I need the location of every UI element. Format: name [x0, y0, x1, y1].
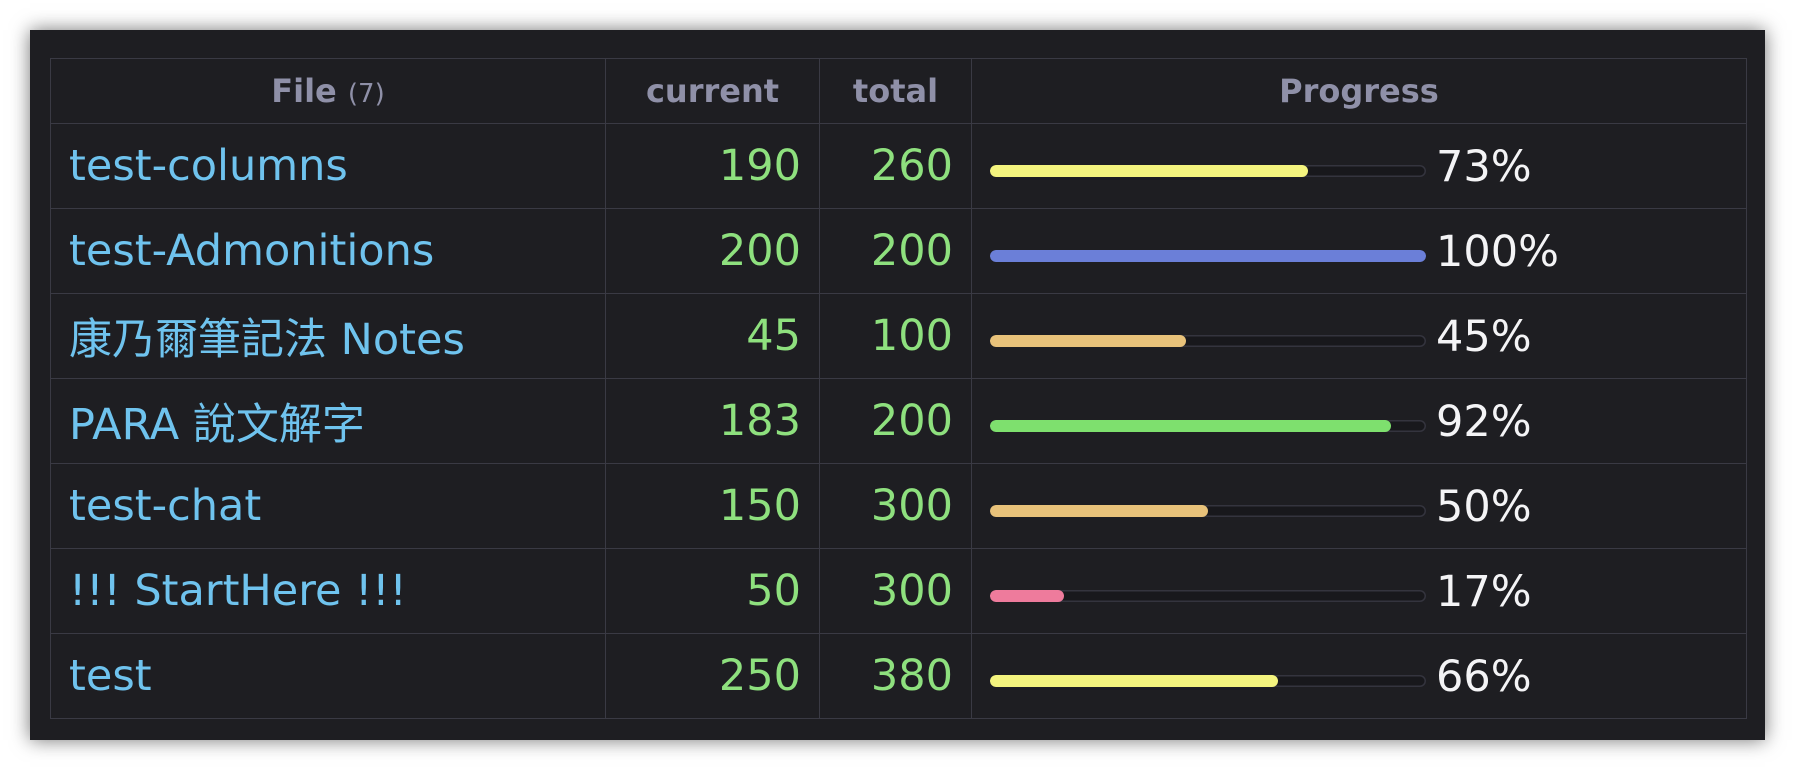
- progress-cell: 66%: [971, 633, 1747, 719]
- table-row: test 250 380 66%: [50, 633, 1747, 719]
- total-value: 200: [819, 378, 972, 464]
- progress-percent: 17%: [1436, 567, 1532, 618]
- progress-cell: 50%: [971, 463, 1747, 549]
- progress-bar: [990, 250, 1426, 263]
- current-value: 190: [605, 123, 820, 209]
- progress-bar: [990, 420, 1426, 433]
- progress-percent: 66%: [1436, 652, 1532, 703]
- total-column-header[interactable]: total: [819, 58, 972, 124]
- progress-column-header[interactable]: Progress: [971, 58, 1747, 124]
- progress-bar-fill: [990, 505, 1208, 518]
- total-value: 260: [819, 123, 972, 209]
- progress-bar: [990, 335, 1426, 348]
- progress-cell: 45%: [971, 293, 1747, 379]
- table-row: PARA 說文解字 183 200 92%: [50, 378, 1747, 464]
- progress-percent: 45%: [1436, 312, 1532, 363]
- progress-percent: 73%: [1436, 142, 1532, 193]
- progress-percent: 92%: [1436, 397, 1532, 448]
- total-value: 300: [819, 463, 972, 549]
- table-row: !!! StartHere !!! 50 300 17%: [50, 548, 1747, 634]
- total-value: 380: [819, 633, 972, 719]
- file-link[interactable]: test-Admonitions: [50, 208, 606, 294]
- progress-bar-fill: [990, 590, 1065, 603]
- progress-cell: 92%: [971, 378, 1747, 464]
- table-row: test-chat 150 300 50%: [50, 463, 1747, 549]
- file-link[interactable]: !!! StartHere !!!: [50, 548, 606, 634]
- table-row: 康乃爾筆記法 Notes 45 100 45%: [50, 293, 1747, 379]
- file-count: (7): [347, 79, 385, 109]
- file-link[interactable]: 康乃爾筆記法 Notes: [50, 293, 606, 379]
- table-body: test-columns 190 260 73% test-Admonition…: [50, 123, 1747, 719]
- progress-percent: 100%: [1436, 227, 1559, 278]
- file-link[interactable]: test-columns: [50, 123, 606, 209]
- progress-bar: [990, 165, 1426, 178]
- progress-bar: [990, 675, 1426, 688]
- current-value: 45: [605, 293, 820, 379]
- table-row: test-columns 190 260 73%: [50, 123, 1747, 209]
- file-link[interactable]: PARA 說文解字: [50, 378, 606, 464]
- progress-bar-fill: [990, 420, 1392, 433]
- file-header-label: File: [271, 72, 337, 110]
- total-value: 200: [819, 208, 972, 294]
- file-link[interactable]: test: [50, 633, 606, 719]
- file-link[interactable]: test-chat: [50, 463, 606, 549]
- progress-bar-fill: [990, 250, 1426, 263]
- current-value: 250: [605, 633, 820, 719]
- progress-percent: 50%: [1436, 482, 1532, 533]
- total-value: 300: [819, 548, 972, 634]
- progress-bar-fill: [990, 165, 1309, 178]
- progress-bar: [990, 590, 1426, 603]
- table-header-row: File (7) current total Progress: [50, 58, 1747, 124]
- progress-cell: 17%: [971, 548, 1747, 634]
- table-row: test-Admonitions 200 200 100%: [50, 208, 1747, 294]
- current-value: 200: [605, 208, 820, 294]
- current-column-header[interactable]: current: [605, 58, 820, 124]
- progress-bar-fill: [990, 675, 1278, 688]
- file-column-header[interactable]: File (7): [50, 58, 606, 124]
- progress-cell: 100%: [971, 208, 1747, 294]
- current-value: 150: [605, 463, 820, 549]
- progress-cell: 73%: [971, 123, 1747, 209]
- current-value: 50: [605, 548, 820, 634]
- current-value: 183: [605, 378, 820, 464]
- dataview-table-panel: File (7) current total Progress test-col…: [30, 30, 1765, 740]
- progress-bar-fill: [990, 335, 1187, 348]
- total-value: 100: [819, 293, 972, 379]
- progress-table: File (7) current total Progress test-col…: [50, 58, 1747, 719]
- progress-bar: [990, 505, 1426, 518]
